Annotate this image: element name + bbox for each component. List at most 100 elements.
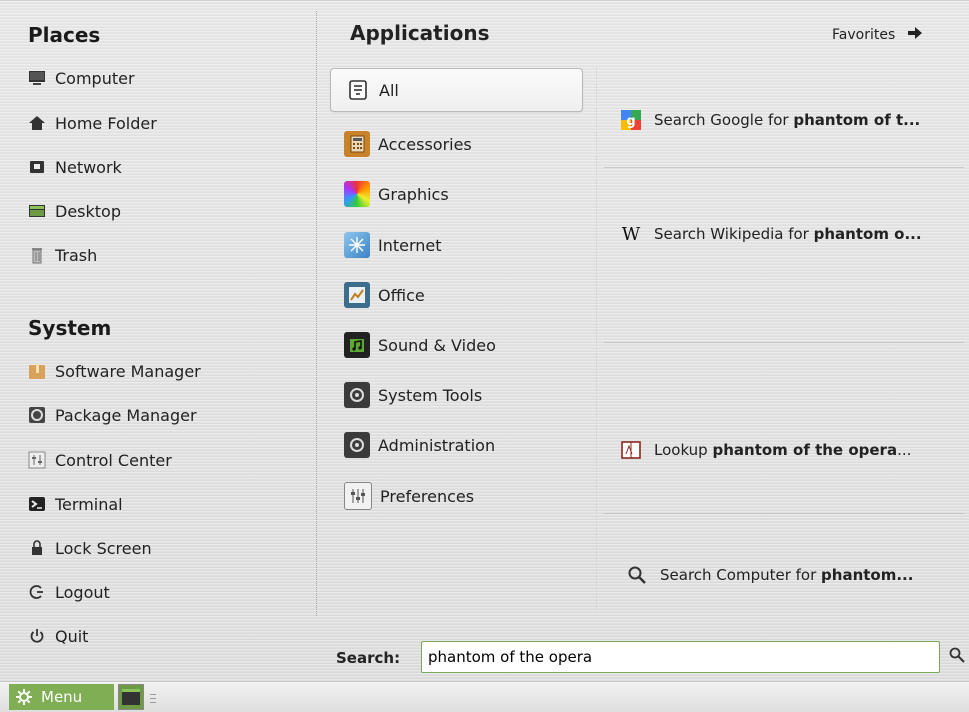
- bottom-panel: [0, 681, 969, 712]
- result-query: phantom of t...: [793, 111, 921, 129]
- result-prefix: Search Computer for: [660, 566, 822, 584]
- system-item-terminal[interactable]: Terminal: [28, 489, 123, 519]
- category-label: Administration: [378, 435, 496, 455]
- search-button[interactable]: [948, 644, 968, 670]
- result-prefix: Search Wikipedia for: [654, 225, 814, 243]
- place-item-home-folder[interactable]: Home Folder: [28, 108, 157, 138]
- system-label: Quit: [55, 626, 89, 646]
- category-accessories[interactable]: Accessories: [330, 122, 583, 166]
- system-item-software-manager[interactable]: Software Manager: [28, 356, 201, 386]
- panel-handle-icon[interactable]: [150, 690, 156, 703]
- place-label: Desktop: [55, 201, 121, 221]
- categories-divider: [596, 67, 597, 612]
- graphics-icon: [344, 181, 370, 207]
- search-icon: [948, 646, 966, 668]
- menu-button[interactable]: Menu: [9, 684, 114, 710]
- place-label: Network: [55, 157, 122, 177]
- logout-icon: [28, 583, 46, 601]
- result-dictionary-lookup[interactable]: Lookup phantom of the opera ...: [620, 439, 965, 461]
- category-all[interactable]: All: [330, 68, 583, 112]
- sound-video-icon: [344, 332, 370, 358]
- category-internet[interactable]: Internet: [330, 223, 583, 267]
- software-manager-icon: [28, 362, 46, 380]
- category-graphics[interactable]: Graphics: [330, 172, 583, 216]
- category-label: Accessories: [378, 134, 472, 154]
- result-google-search[interactable]: g Search Google for phantom of t...: [620, 109, 965, 131]
- place-label: Computer: [55, 68, 135, 88]
- office-icon: [344, 282, 370, 308]
- category-label: Office: [378, 285, 425, 305]
- dictionary-icon: [620, 439, 642, 461]
- category-sound-video[interactable]: Sound & Video: [330, 323, 583, 367]
- result-computer-search[interactable]: Search Computer for phantom...: [626, 564, 969, 586]
- place-item-trash[interactable]: Trash: [28, 240, 97, 270]
- search-icon: [626, 564, 648, 586]
- system-label: Software Manager: [55, 361, 201, 381]
- system-item-logout[interactable]: Logout: [28, 577, 110, 607]
- category-label: Graphics: [378, 184, 449, 204]
- google-icon: g: [620, 109, 642, 131]
- place-item-desktop[interactable]: Desktop: [28, 196, 121, 226]
- terminal-icon: [28, 495, 46, 513]
- category-label: Internet: [378, 235, 442, 255]
- result-query: phantom o...: [813, 225, 922, 243]
- system-label: Control Center: [55, 450, 172, 470]
- menu-label: Menu: [41, 688, 83, 706]
- accessories-icon: [344, 131, 370, 157]
- lock-icon: [28, 539, 46, 557]
- arrow-right-icon: [907, 25, 923, 44]
- column-divider: [316, 11, 317, 616]
- place-label: Home Folder: [55, 113, 157, 133]
- category-label: Preferences: [380, 486, 475, 506]
- result-query: phantom...: [821, 566, 914, 584]
- result-prefix: Search Google for: [654, 111, 794, 129]
- package-manager-icon: [28, 406, 46, 424]
- all-apps-icon: [345, 77, 371, 103]
- places-title: Places: [28, 23, 101, 47]
- start-menu: Places Computer Home Folder Network Desk…: [0, 0, 969, 682]
- system-label: Lock Screen: [55, 538, 152, 558]
- control-center-icon: [28, 451, 46, 469]
- category-label: All: [379, 80, 399, 100]
- category-label: System Tools: [378, 385, 483, 405]
- category-administration[interactable]: Administration: [330, 423, 583, 467]
- results-separator: [604, 342, 964, 343]
- system-label: Logout: [55, 582, 110, 602]
- category-label: Sound & Video: [378, 335, 496, 355]
- favorites-button[interactable]: Favorites: [832, 25, 923, 44]
- search-input[interactable]: [421, 641, 940, 673]
- result-wikipedia-search[interactable]: W Search Wikipedia for phantom o...: [620, 223, 965, 245]
- system-label: Package Manager: [55, 405, 197, 425]
- system-label: Terminal: [55, 494, 123, 514]
- computer-icon: [28, 69, 46, 87]
- result-suffix: ...: [897, 441, 912, 459]
- results-separator: [604, 167, 964, 168]
- system-item-quit[interactable]: Quit: [28, 621, 88, 651]
- power-icon: [28, 627, 46, 645]
- system-item-package-manager[interactable]: Package Manager: [28, 400, 197, 430]
- category-office[interactable]: Office: [330, 273, 583, 317]
- result-query: phantom of the opera: [712, 441, 898, 459]
- search-label: Search:: [336, 649, 401, 667]
- show-desktop-button[interactable]: [118, 684, 144, 710]
- place-item-network[interactable]: Network: [28, 152, 122, 182]
- system-tools-icon: [344, 382, 370, 408]
- system-title: System: [28, 316, 112, 340]
- wikipedia-icon: W: [621, 223, 641, 245]
- administration-icon: [344, 432, 370, 458]
- system-item-control-center[interactable]: Control Center: [28, 445, 172, 475]
- category-preferences[interactable]: Preferences: [330, 474, 583, 518]
- desktop-icon: [122, 689, 140, 705]
- desktop-icon: [28, 202, 46, 220]
- network-icon: [28, 158, 46, 176]
- trash-icon: [28, 246, 46, 264]
- favorites-label: Favorites: [832, 26, 896, 43]
- svg-text:g: g: [626, 114, 635, 129]
- category-system-tools[interactable]: System Tools: [330, 373, 583, 417]
- system-item-lock-screen[interactable]: Lock Screen: [28, 533, 152, 563]
- home-icon: [28, 114, 46, 132]
- place-item-computer[interactable]: Computer: [28, 63, 135, 93]
- result-prefix: Lookup: [654, 441, 713, 459]
- results-separator: [604, 513, 964, 514]
- place-label: Trash: [55, 245, 98, 265]
